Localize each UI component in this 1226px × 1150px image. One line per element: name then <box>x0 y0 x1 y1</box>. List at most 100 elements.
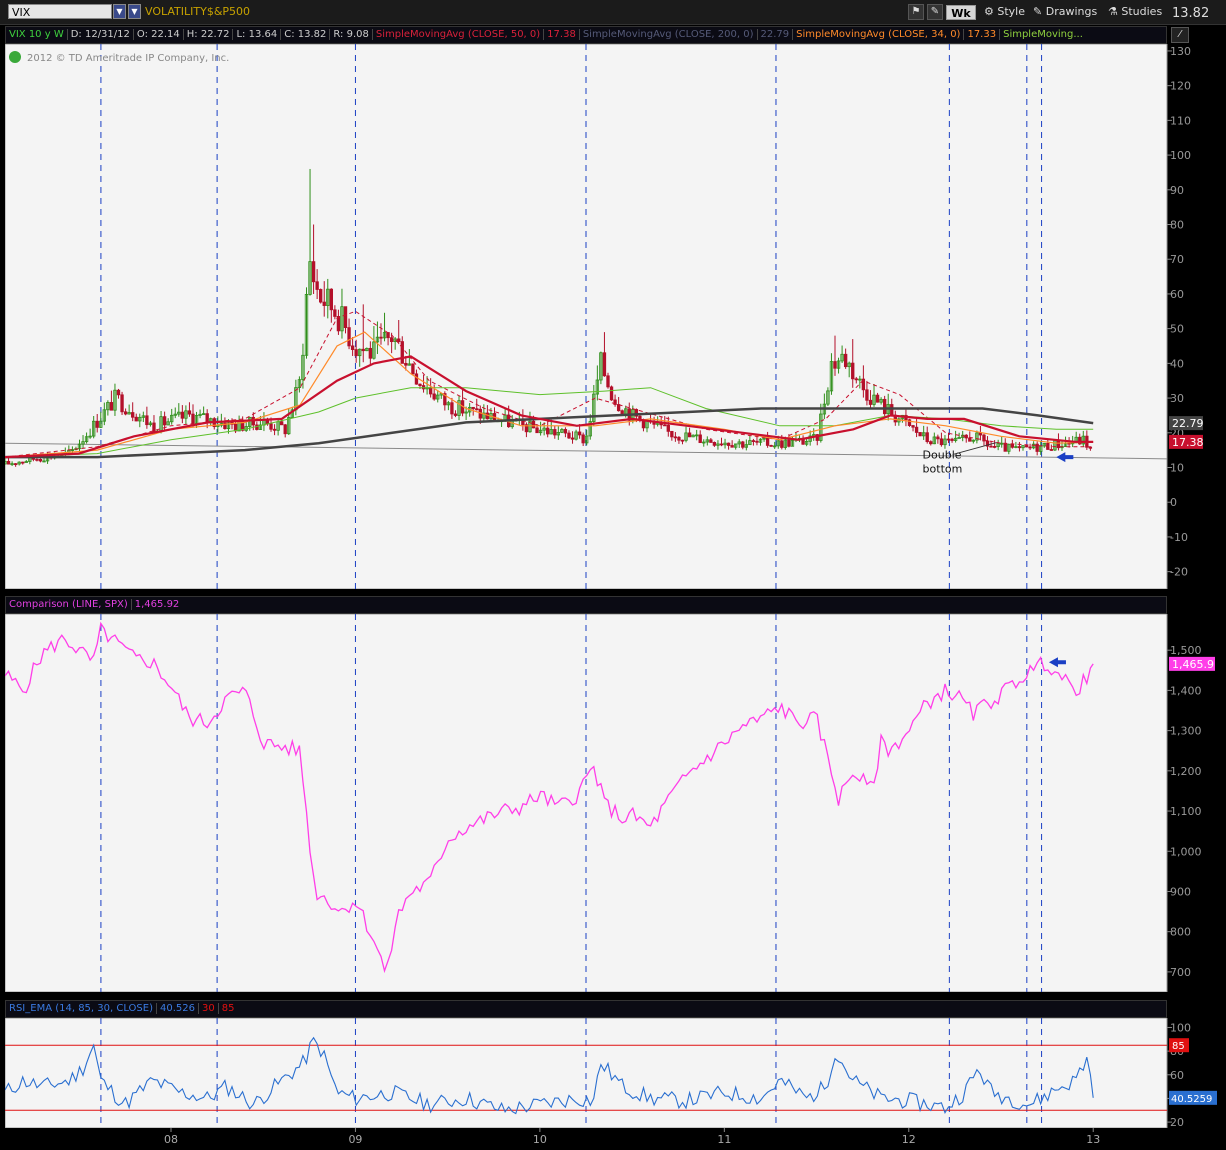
drawings-label: Drawings <box>1045 5 1098 18</box>
last-value-label: 17.38 <box>1172 436 1204 449</box>
symbol-input[interactable]: VIX <box>8 4 112 19</box>
candle-body <box>319 289 323 303</box>
info-range: R: 9.08 <box>329 29 372 40</box>
candle-body <box>602 352 607 377</box>
candle-body <box>389 337 394 343</box>
candle-body <box>680 439 685 442</box>
candle-body <box>609 386 614 401</box>
candle-body <box>450 402 454 415</box>
candle-body <box>347 327 351 347</box>
sma-more-label[interactable]: SimpleMoving... <box>999 29 1086 40</box>
timeframe-button[interactable]: Wk <box>946 5 976 20</box>
candle-body <box>854 378 858 381</box>
candle-body <box>354 349 358 357</box>
sma200-label[interactable]: SimpleMovingAvg (CLOSE, 200, 0) <box>578 29 757 40</box>
candle-body <box>1088 446 1093 449</box>
candle-body <box>992 446 997 448</box>
candle-body <box>1056 440 1061 449</box>
comparison-label[interactable]: Comparison (LINE, SPX) <box>6 599 131 610</box>
candle-body <box>145 415 149 426</box>
candle-body <box>379 336 383 339</box>
candle-body <box>397 338 401 342</box>
rsi-level-low: 30 <box>198 1003 218 1014</box>
rsi-ytick-label: 100 <box>1170 1021 1191 1034</box>
sma34-value: 17.33 <box>963 29 1000 40</box>
candle-body <box>978 432 983 436</box>
rsi-85-label: 85 <box>1172 1041 1185 1052</box>
last-value-label: 22.79 <box>1172 417 1204 430</box>
style-button[interactable]: ⚙ Style <box>984 4 1025 20</box>
candle-up <box>1053 439 1057 452</box>
candle-body <box>787 439 791 447</box>
candle-body <box>553 429 557 436</box>
sma34-label[interactable]: SimpleMovingAvg (CLOSE, 34, 0) <box>792 29 964 40</box>
candle-body <box>418 383 422 386</box>
candle-body <box>279 421 284 426</box>
candle-body <box>1049 449 1054 451</box>
candle-body <box>432 393 436 400</box>
time-tick-label: 12 <box>902 1133 916 1146</box>
info-close: C: 13.82 <box>280 29 330 40</box>
candle-body <box>428 387 433 395</box>
candle-body <box>698 434 702 444</box>
flag-icon[interactable]: ⚑ <box>908 4 924 20</box>
comparison-value: 1,465.92 <box>130 599 183 610</box>
drawings-button[interactable]: ✎ Drawings <box>1033 4 1097 20</box>
candle-body <box>322 301 326 306</box>
sma50-label[interactable]: SimpleMovingAvg (CLOSE, 50, 0) <box>371 29 544 40</box>
candle-down <box>609 385 614 401</box>
rsi-label[interactable]: RSI_EMA (14, 85, 30, CLOSE) <box>6 1003 156 1014</box>
candle-body <box>918 432 922 437</box>
candle-body <box>914 426 919 433</box>
candle-body <box>404 362 408 366</box>
studies-button[interactable]: ⚗ Studies <box>1108 4 1162 20</box>
candle-body <box>833 361 837 369</box>
info-open: O: 22.14 <box>132 29 183 40</box>
candle-body <box>765 437 770 446</box>
candle-body <box>134 416 138 422</box>
style-icon: ⚙ <box>984 5 994 18</box>
vix-ytick-label: 100 <box>1170 149 1191 162</box>
wrench-icon[interactable]: ✎ <box>927 4 943 20</box>
spx-ytick-label: 900 <box>1170 885 1191 898</box>
vix-ytick-label: 80 <box>1170 219 1184 232</box>
candle-body <box>350 345 355 351</box>
time-axis-bg <box>5 1128 1167 1150</box>
annotation-line2: bottom <box>923 463 963 476</box>
candle-body <box>187 410 192 415</box>
spx-comparison-pane[interactable]: 700 800 900 1,000 1,100 1,200 1,300 1,400 1,5001… <box>5 614 1226 992</box>
rsi-pane[interactable]: 204060801008540.5259 <box>5 1018 1226 1128</box>
symbol-dropdown-icon[interactable]: ▼ <box>113 4 126 19</box>
candle-body <box>563 429 568 434</box>
draw-line-icon[interactable]: ⁄ <box>1171 27 1189 43</box>
candle-body <box>670 430 674 438</box>
spx-ytick-label: 1,000 <box>1170 845 1202 858</box>
vix-ytick-label: 130 <box>1170 45 1191 58</box>
candle-body <box>929 441 933 445</box>
candle-body <box>255 424 259 430</box>
candle-body <box>343 306 348 329</box>
candle-body <box>546 427 550 435</box>
candle-body <box>361 348 365 352</box>
candle-body <box>411 363 415 375</box>
candle-body <box>191 413 195 424</box>
candle-body <box>453 413 458 416</box>
vix-ytick-label: 10 <box>1170 462 1184 475</box>
time-tick-label: 08 <box>164 1133 178 1146</box>
candle-up <box>304 287 309 359</box>
candle-body <box>577 431 582 436</box>
candle-body <box>414 373 419 385</box>
time-tick-label: 11 <box>717 1133 731 1146</box>
compare-dropdown-icon[interactable]: ▼ <box>128 4 141 19</box>
vix-price-pane[interactable]: -20-10010203040506070809010011012013022.… <box>5 44 1226 589</box>
rsi-ytick-label: 60 <box>1170 1069 1184 1082</box>
candle-body <box>1028 446 1032 449</box>
candle-body <box>35 458 39 461</box>
candle-body <box>21 461 25 464</box>
candle-body <box>333 309 337 317</box>
candle-body <box>123 411 128 415</box>
time-tick-label: 13 <box>1086 1133 1100 1146</box>
candle-body <box>471 406 475 410</box>
info-low: L: 13.64 <box>232 29 281 40</box>
candle-body <box>475 408 479 411</box>
